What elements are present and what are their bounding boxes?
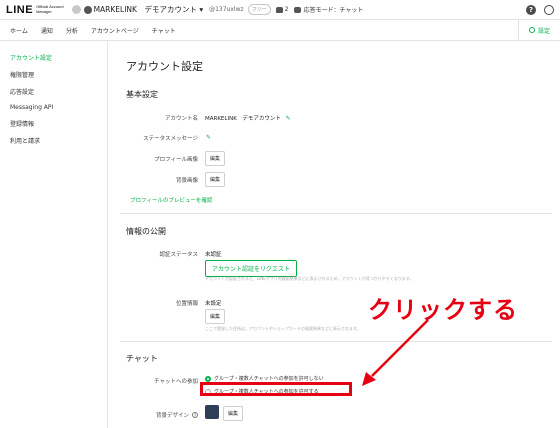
chat-bubble-icon [294,6,302,13]
chevron-down-icon: ▾ [199,5,204,14]
edit-status-message-pencil-icon[interactable]: ✎ [206,134,211,141]
user-account-icon[interactable] [544,4,554,15]
main-content: アカウント設定 基本設定 アカウント名 MARKELINK デモアカウント ✎ … [108,41,560,428]
background-design-label: 背景デザイン? [118,411,198,419]
location-label: 位置情報 [175,301,198,307]
sidebar-item-messaging-api[interactable]: Messaging API [0,100,107,115]
highlight-box [200,382,352,396]
settings-sidebar: アカウント設定 権限管理 応答設定 Messaging API 登録情報 利用と… [0,41,108,428]
sidebar-item-permissions[interactable]: 権限管理 [0,66,107,83]
sidebar-item-usage-billing[interactable]: 利用と請求 [0,132,107,149]
basic-settings-heading: 基本設定 [126,90,158,99]
help-icon[interactable]: ? [192,412,198,418]
sidebar-item-account-settings[interactable]: アカウント設定 [0,49,107,66]
nav-notifications[interactable]: 通知 [41,26,53,35]
friends-count[interactable]: 2 [275,6,289,13]
sidebar-item-response-settings[interactable]: 応答設定 [0,83,107,100]
status-message-value-row: ✎ [203,134,211,141]
verified-shield-icon [83,5,92,14]
account-name-label: アカウント名 [164,116,198,122]
section-divider [120,213,552,214]
top-bar: LINE Official Account Manager MARKELINK … [0,0,560,20]
chat-join-deny-label: グループ・複数人チャットへの参加を許可しない [214,376,324,382]
nav-analytics[interactable]: 分析 [66,26,78,35]
status-message-label: ステータスメッセージ [143,136,198,142]
section-divider [120,341,552,342]
sidebar-item-registration-info[interactable]: 登録情報 [0,115,107,132]
chat-background-swatch[interactable] [205,405,219,419]
location-edit-button[interactable]: 編集 [205,309,226,324]
chat-mode-text: 応答モード：チャット [303,7,364,14]
public-info-heading: 情報の公開 [126,227,166,236]
background-image-edit-button[interactable]: 編集 [205,172,226,187]
people-icon [275,6,283,13]
chat-mode-indicator[interactable]: 応答モード：チャット [294,5,363,14]
chat-join-deny-option[interactable]: グループ・複数人チャットへの参加を許可しない [205,375,324,382]
logo-subtitle: Official Account Manager [36,4,64,14]
nav-settings[interactable]: 設定 [517,19,550,41]
main-nav: ホーム 通知 分析 アカウントページ チャット 設定 [0,19,560,41]
nav-chat[interactable]: チャット [152,26,176,35]
certification-status-value: 未認証 [205,252,222,258]
profile-image-edit-button[interactable]: 編集 [205,151,226,166]
background-image-label: 背景画像 [175,178,198,184]
account-name-switcher[interactable]: MARKELINK デモアカウント ▾ [94,4,204,15]
line-oam-logo[interactable]: LINE Official Account Manager [6,4,64,16]
profile-image-label: プロフィール画像 [154,157,198,163]
logo-subtitle-line-2: Manager [36,8,52,14]
plan-badge: フリー [247,4,271,15]
logo-wordmark: LINE [6,3,34,16]
edit-account-name-pencil-icon[interactable]: ✎ [286,115,291,122]
location-value: 未設定 [205,301,222,307]
location-help-text: ここで登録した住所は、アカウントやショップカードの検索結果などに表示されます。 [205,326,361,331]
account-name-value: MARKELINK デモアカウント [205,116,281,122]
nav-account-page[interactable]: アカウントページ [91,26,139,35]
account-avatar[interactable] [71,5,81,14]
account-name-text: MARKELINK デモアカウント [93,5,197,14]
click-instruction-annotation: クリックする [368,296,518,324]
background-design-label-text: 背景デザイン [155,413,189,419]
profile-preview-link[interactable]: プロフィールのプレビューを確認 [130,196,212,204]
help-icon[interactable]: ? [526,4,536,15]
certification-status-label: 認証ステータス [159,252,198,258]
nav-home[interactable]: ホーム [10,26,28,35]
request-certification-button[interactable]: アカウント認証をリクエスト [205,260,298,277]
background-design-edit-button[interactable]: 編集 [223,406,244,421]
account-id: @137uxlwz [209,6,244,13]
nav-settings-label: 設定 [537,27,550,35]
certification-help-text: アカウントが認証されると、LINEアプリ内検索結果などに表示されるため、アカウン… [205,276,414,281]
account-name-value-row: MARKELINK デモアカウント ✎ [205,114,291,122]
friends-count-value: 2 [284,6,289,13]
chat-heading: チャット [126,354,158,363]
radio-selected[interactable] [205,375,211,382]
gear-icon [528,27,535,33]
page-title: アカウント設定 [126,60,203,73]
chat-join-label: チャットへの参加 [154,379,198,385]
